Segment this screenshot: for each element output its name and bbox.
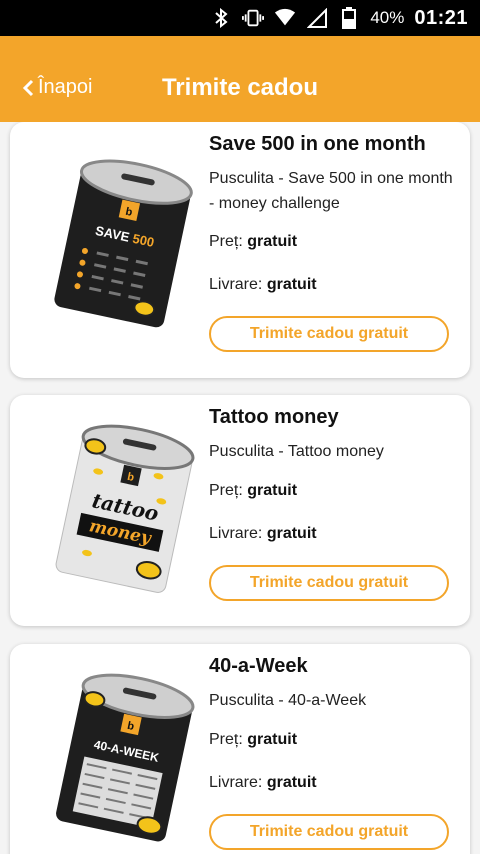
price-row: Preț: gratuit <box>209 481 297 501</box>
product-image: b 40-A-WEEK <box>30 662 210 854</box>
delivery-value: gratuit <box>266 774 317 791</box>
delivery-row: Livrare: gratuit <box>209 275 317 295</box>
product-name: Save 500 in one month <box>209 133 426 155</box>
price-row: Preț: gratuit <box>209 730 297 750</box>
product-card[interactable]: b SAVE 500 Save 500 in one month Pusculi… <box>10 122 470 378</box>
product-image: b SAVE 500 <box>30 140 210 340</box>
delivery-label: Livrare: <box>209 276 263 293</box>
delivery-value: gratuit <box>266 525 317 542</box>
price-label: Preț: <box>209 233 243 250</box>
product-name: 40-a-Week <box>209 655 308 677</box>
send-gift-button[interactable]: Trimite cadou gratuit <box>209 814 449 850</box>
delivery-value: gratuit <box>266 276 317 293</box>
price-label: Preț: <box>209 482 243 499</box>
battery-percent: 40% <box>370 8 405 27</box>
product-list[interactable]: b SAVE 500 Save 500 in one month Pusculi… <box>0 122 480 854</box>
price-value: gratuit <box>247 731 298 748</box>
signal-icon <box>306 7 328 29</box>
price-label: Preț: <box>209 731 243 748</box>
delivery-label: Livrare: <box>209 774 263 791</box>
vibrate-icon <box>242 7 265 29</box>
delivery-row: Livrare: gratuit <box>209 524 317 544</box>
status-bar: 40% 01:21 <box>0 0 480 36</box>
product-card[interactable]: b 40-A-WEEK 40-a-Week Pusculita - 40-a-W… <box>10 644 470 854</box>
wifi-icon <box>274 7 296 29</box>
price-row: Preț: gratuit <box>209 232 297 252</box>
clock: 01:21 <box>414 6 468 29</box>
send-gift-button[interactable]: Trimite cadou gratuit <box>209 316 449 352</box>
battery-icon <box>338 7 360 29</box>
page-title: Trimite cadou <box>161 74 319 101</box>
product-description: Pusculita - Tattoo money <box>209 443 384 460</box>
price-value: gratuit <box>247 482 298 499</box>
price-value: gratuit <box>247 233 298 250</box>
bluetooth-icon <box>210 7 232 29</box>
delivery-row: Livrare: gratuit <box>209 773 317 793</box>
delivery-label: Livrare: <box>209 525 263 542</box>
product-description: Pusculita - Save 500 in one month - mone… <box>209 170 453 212</box>
send-gift-button[interactable]: Trimite cadou gratuit <box>209 565 449 601</box>
app-bar: Înapoi Trimite cadou <box>0 36 480 122</box>
product-image: b tattoo money <box>30 413 210 613</box>
product-description: Pusculita - 40-a-Week <box>209 692 367 709</box>
product-card[interactable]: b tattoo money Tattoo money Pusculita - … <box>10 395 470 626</box>
product-name: Tattoo money <box>209 406 339 428</box>
